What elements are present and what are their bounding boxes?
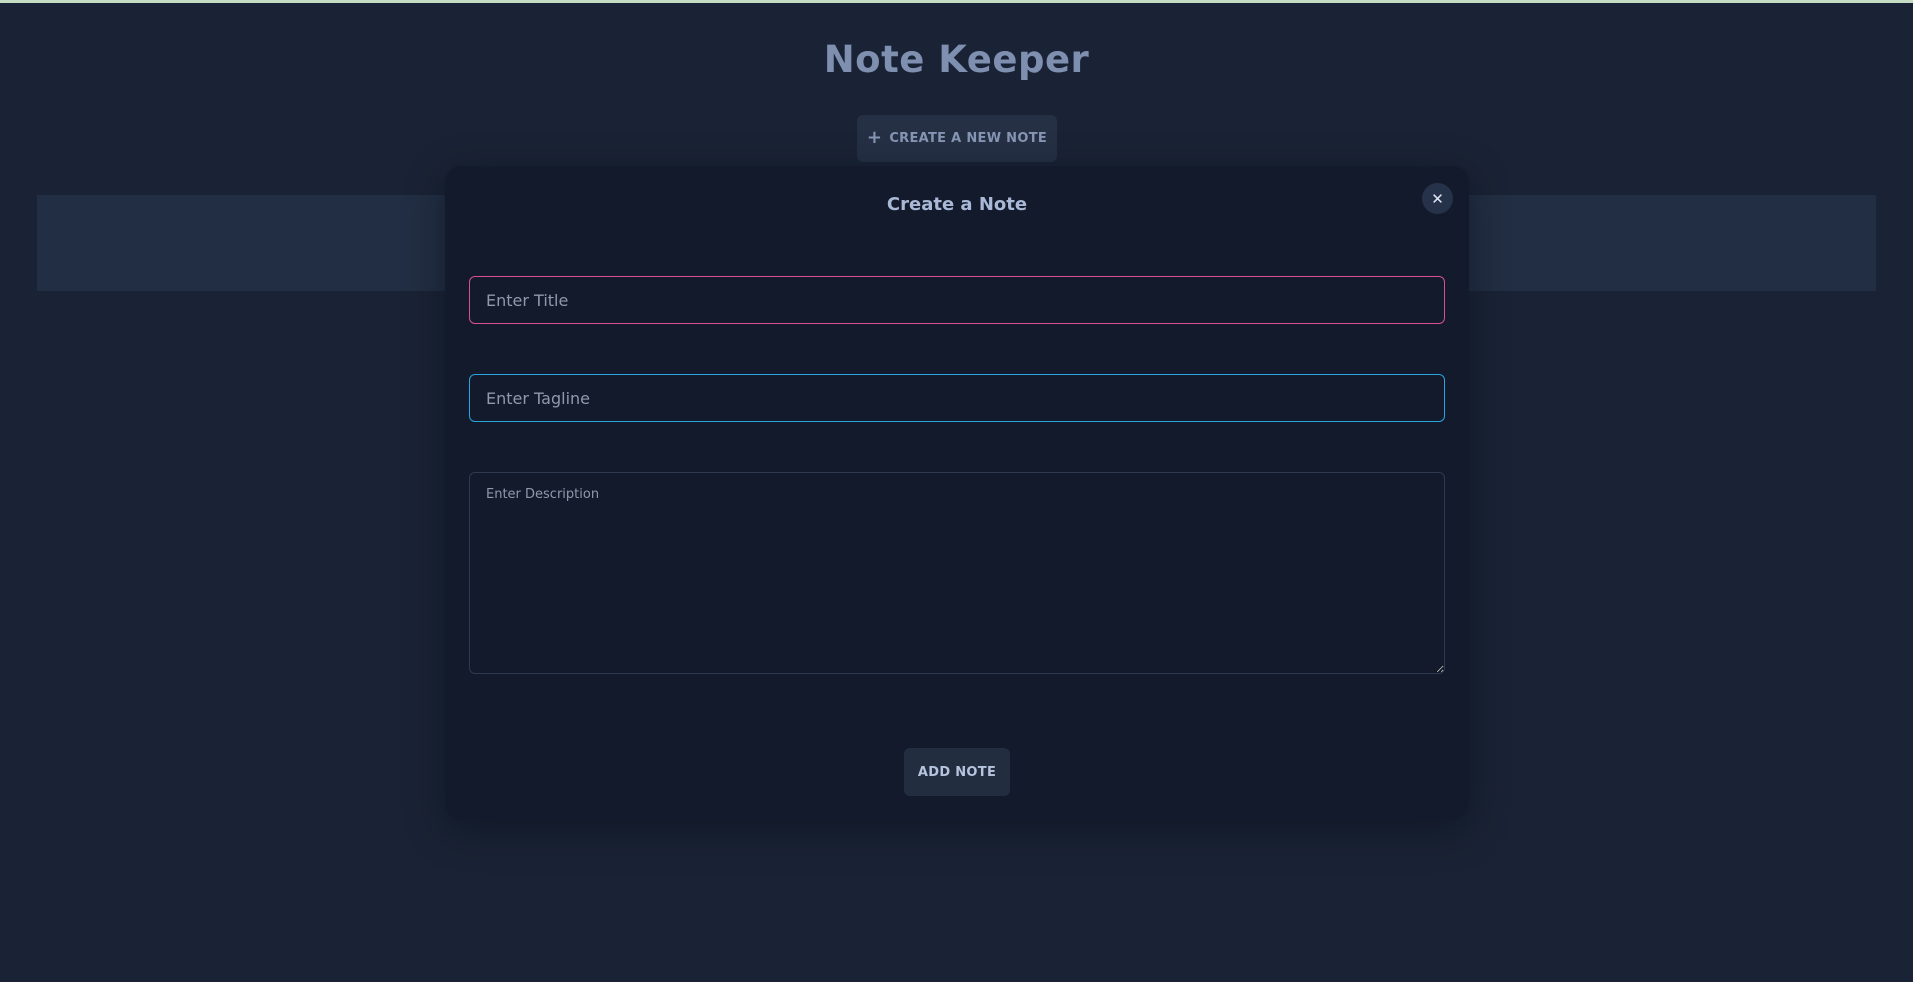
add-note-button[interactable]: ADD NOTE xyxy=(904,748,1010,796)
close-button[interactable]: ✕ xyxy=(1422,183,1453,214)
top-accent-line xyxy=(0,0,1913,3)
create-note-button-label: CREATE A NEW NOTE xyxy=(889,131,1048,146)
create-note-modal: Create a Note ✕ ADD NOTE xyxy=(445,166,1469,820)
plus-icon: + xyxy=(866,126,883,148)
create-note-button[interactable]: + CREATE A NEW NOTE xyxy=(857,115,1057,162)
tagline-input[interactable] xyxy=(469,374,1445,422)
description-textarea[interactable] xyxy=(469,472,1445,674)
modal-title: Create a Note xyxy=(886,194,1028,215)
title-input[interactable] xyxy=(469,276,1445,324)
close-icon: ✕ xyxy=(1431,189,1444,208)
app-title: Note Keeper xyxy=(823,38,1090,81)
